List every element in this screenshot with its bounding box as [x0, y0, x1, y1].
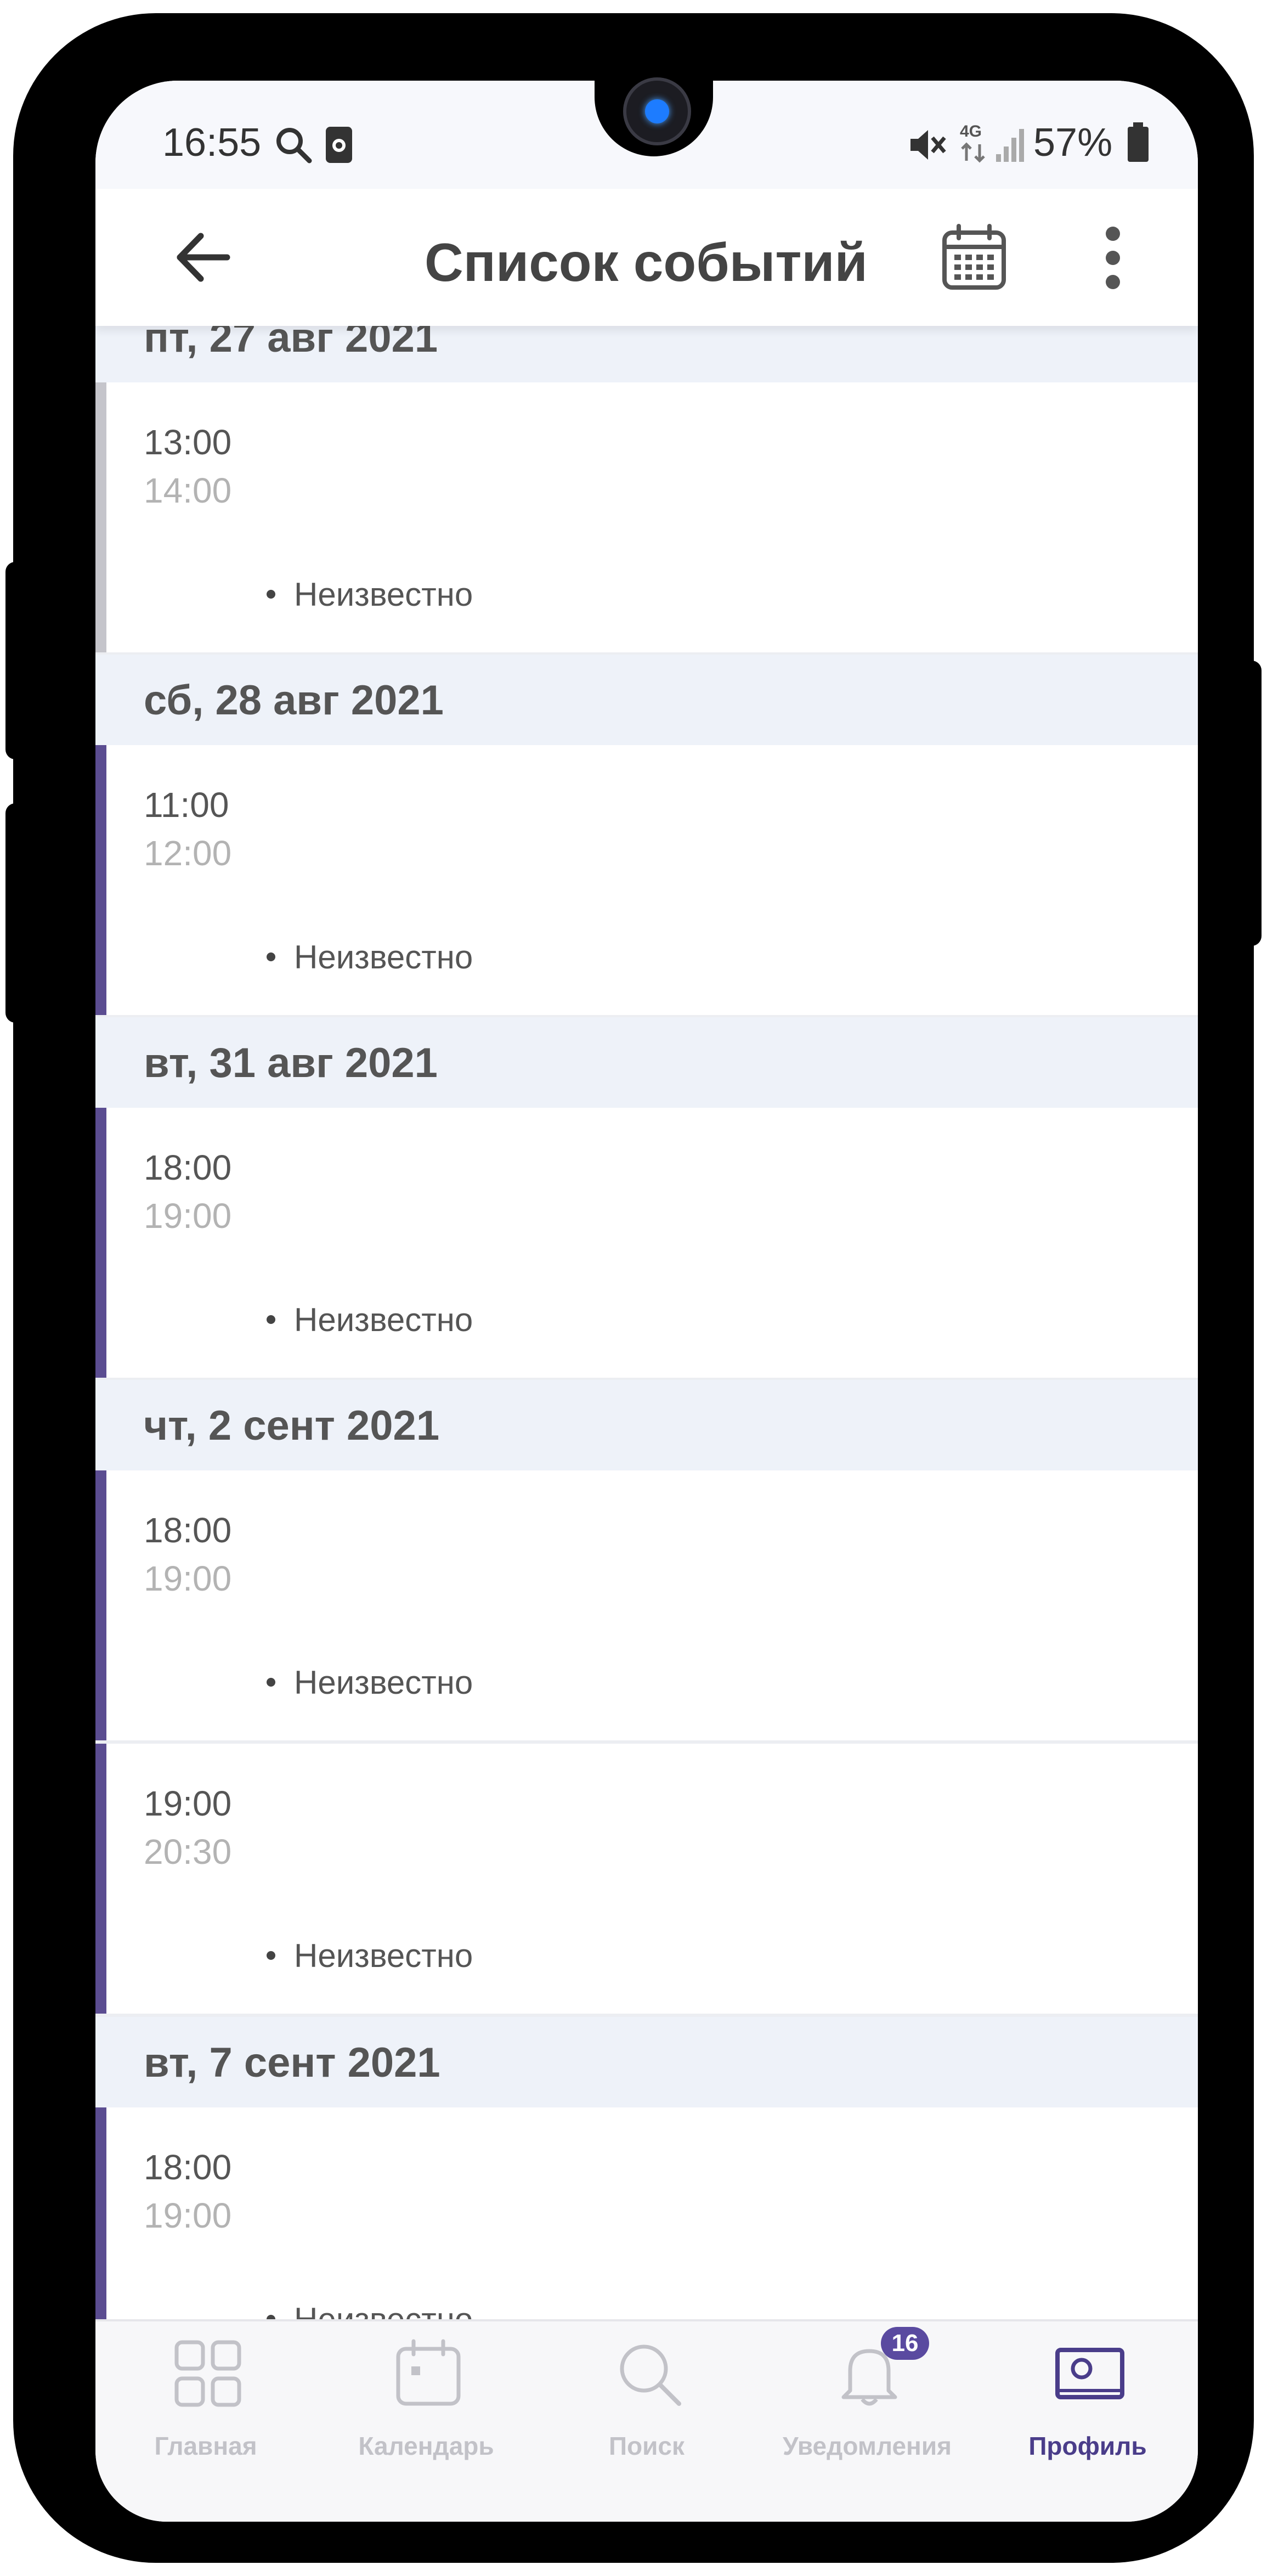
event-color-bar: [95, 1744, 106, 2014]
event-start-time: 19:00: [144, 1784, 232, 1823]
signal-icon: [996, 129, 1024, 162]
event-item[interactable]: 18:00 19:00 Неизвестно: [95, 1108, 1198, 1378]
event-color-bar: [95, 2107, 106, 2323]
event-end-time: 19:00: [144, 1559, 232, 1598]
nav-label: Уведомления: [783, 2432, 952, 2460]
back-arrow-icon[interactable]: [172, 227, 233, 288]
event-start-time: 18:00: [144, 1148, 232, 1187]
nav-label: Поиск: [608, 2432, 685, 2460]
event-item[interactable]: 11:00 12:00 Неизвестно: [95, 745, 1198, 1015]
camera-lens-core: [645, 99, 669, 123]
date-label: вт, 31 авг 2021: [144, 1040, 438, 1086]
status-time: 16:55: [162, 121, 262, 165]
event-location: Неизвестно: [294, 1937, 473, 1974]
camera-lens: [623, 77, 691, 145]
mute-icon: [910, 130, 946, 160]
event-end-time: 20:30: [144, 1832, 232, 1872]
event-start-time: 18:00: [144, 1510, 232, 1550]
nav-notifications[interactable]: 16 Уведомления: [757, 2321, 977, 2522]
bullet-dot: [267, 1951, 275, 1960]
notification-badge: 16: [881, 2327, 929, 2360]
network-4g-icon: 4G: [960, 122, 985, 163]
event-end-time: 19:00: [144, 2196, 232, 2235]
nav-label: Главная: [154, 2432, 257, 2460]
event-end-time: 19:00: [144, 1196, 232, 1236]
event-start-time: 13:00: [144, 422, 232, 462]
bottom-navigation: Главная Календарь Поиск 16 Уведомления П…: [95, 2319, 1198, 2522]
app-bar: Список событий: [95, 189, 1198, 326]
event-end-time: 12:00: [144, 833, 232, 873]
date-header: пт, 27 авг 2021: [95, 326, 1198, 382]
event-color-bar: [95, 745, 106, 1015]
event-color-bar: [95, 1470, 106, 1740]
profile-card-icon: [1055, 2348, 1124, 2399]
event-location: Неизвестно: [294, 1301, 473, 1338]
event-color-bar: [95, 382, 106, 652]
event-list[interactable]: пт, 27 авг 2021 13:00 14:00 Неизвестно с…: [95, 326, 1198, 2323]
nav-label: Профиль: [1028, 2432, 1147, 2460]
date-header: чт, 2 сент 2021: [95, 1380, 1198, 1470]
power-button: [1229, 661, 1262, 946]
date-label: пт, 27 авг 2021: [144, 326, 438, 361]
event-item[interactable]: 18:00 19:00 Неизвестно: [95, 1470, 1198, 1740]
date-label: вт, 7 сент 2021: [144, 2039, 440, 2086]
grid-icon: [174, 2340, 241, 2407]
date-label: чт, 2 сент 2021: [144, 1402, 440, 1449]
date-header: вт, 31 авг 2021: [95, 1017, 1198, 1108]
power-button-left: [5, 803, 38, 1023]
event-location: Неизвестно: [294, 576, 473, 613]
bullet-dot: [267, 1315, 275, 1324]
bullet-dot: [267, 1678, 275, 1687]
svg-text:4G: 4G: [960, 122, 982, 140]
date-header: вт, 7 сент 2021: [95, 2017, 1198, 2107]
battery-icon: [1128, 122, 1149, 162]
page-title: Список событий: [425, 232, 868, 292]
more-vertical-icon[interactable]: [1099, 225, 1127, 291]
battery-percent: 57%: [1033, 121, 1113, 165]
date-header: сб, 28 авг 2021: [95, 655, 1198, 745]
search-icon: [276, 128, 312, 164]
calendar-icon[interactable]: [940, 224, 1008, 292]
bullet-dot: [267, 952, 275, 961]
event-location: Неизвестно: [294, 939, 473, 976]
volume-button: [5, 562, 38, 759]
search-icon: [620, 2344, 681, 2406]
screen: 16:55 4G 57% Список событий пт, 27 авг 2…: [95, 81, 1198, 2522]
date-label: сб, 28 авг 2021: [144, 677, 444, 724]
event-item[interactable]: 19:00 20:30 Неизвестно: [95, 1744, 1198, 2014]
nav-calendar[interactable]: Календарь: [316, 2321, 536, 2522]
event-start-time: 11:00: [144, 785, 229, 825]
event-end-time: 14:00: [144, 471, 232, 510]
phone-frame: 16:55 4G 57% Список событий пт, 27 авг 2…: [5, 13, 1262, 2563]
event-location: Неизвестно: [294, 1664, 473, 1701]
event-item[interactable]: 13:00 14:00 Неизвестно: [95, 382, 1198, 652]
bullet-dot: [267, 590, 275, 599]
event-start-time: 18:00: [144, 2147, 232, 2187]
nav-search[interactable]: Поиск: [536, 2321, 757, 2522]
nav-profile[interactable]: Профиль: [977, 2321, 1198, 2522]
calendar-icon: [396, 2339, 461, 2406]
nav-label: Календарь: [358, 2432, 494, 2460]
screen-recorder-icon: [326, 127, 352, 163]
nav-home[interactable]: Главная: [95, 2321, 316, 2522]
event-color-bar: [95, 1108, 106, 1378]
event-item[interactable]: 18:00 19:00 Неизвестно: [95, 2107, 1198, 2323]
